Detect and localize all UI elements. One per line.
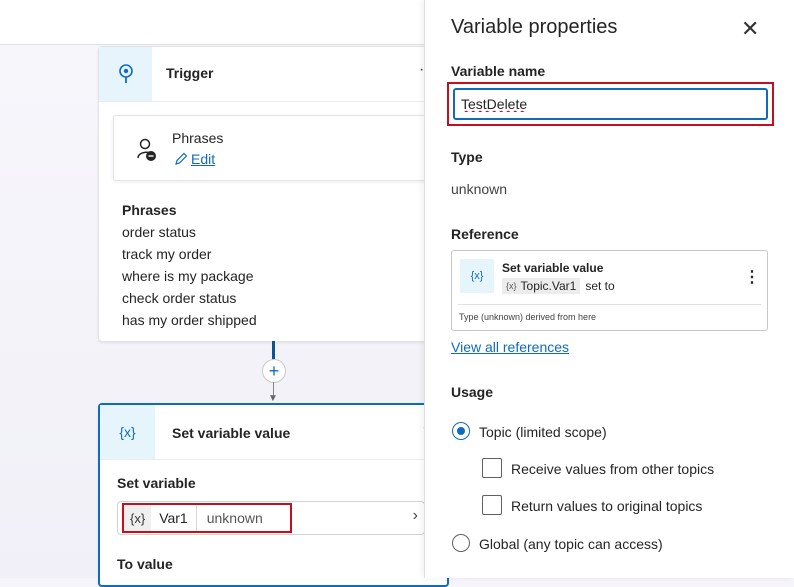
trigger-node-header: Trigger ··· [99,47,444,102]
variable-chip-type: unknown [206,510,263,526]
set-variable-field[interactable]: {x} Var1 unknown › [117,501,425,535]
reference-title: Set variable value [502,261,604,275]
to-value-label: To value [117,556,173,572]
global-scope-label: Global (any topic can access) [479,536,663,552]
return-values-label: Return values to original topics [511,498,703,514]
global-scope-radio[interactable] [452,534,470,552]
phrase-item: check order status [122,290,237,306]
reference-chip-text: Topic.Var1 [520,279,577,293]
topic-scope-radio[interactable] [452,422,470,440]
topic-scope-label: Topic (limited scope) [479,424,607,440]
reference-label: Reference [451,226,519,242]
return-values-checkbox[interactable] [482,495,502,515]
reference-variable: {x} Topic.Var1 set to [502,278,615,294]
close-icon[interactable]: ✕ [741,16,759,42]
type-value: unknown [451,181,508,197]
variable-chip-name: Var1 [151,505,197,531]
usage-label: Usage [451,384,494,400]
set-variable-node-header: {x} Set variable value ··· [100,405,447,460]
chevron-right-icon[interactable]: › [413,507,418,525]
variable-name-highlight [447,82,774,126]
phrases-box-title: Phrases [172,130,224,146]
set-variable-title: Set variable value [172,425,291,441]
phrases-list: Phrases order status track my order wher… [122,199,257,331]
variable-chip-icon: {x} [124,505,152,531]
reference-card[interactable]: {x} Set variable value {x} Topic.Var1 se… [451,250,768,331]
trigger-icon [99,47,152,101]
phrases-list-title: Phrases [122,202,177,218]
variable-icon: {x} [460,259,494,293]
phrase-item: where is my package [122,268,254,284]
phrases-box[interactable]: Phrases Edit [113,115,431,181]
phrase-item: has my order shipped [122,312,257,328]
variable-name-label: Variable name [451,63,546,79]
trigger-node[interactable]: Trigger ··· Phrases Edit Phrases order s… [98,46,445,342]
more-vertical-icon[interactable]: ⋮ [744,267,760,287]
edit-phrases-link[interactable]: Edit [174,151,215,167]
view-all-references-link[interactable]: View all references [451,339,569,355]
variable-properties-panel: Variable properties ✕ Variable name Type… [424,0,794,578]
variable-chip[interactable]: {x} Var1 unknown [122,503,292,533]
edit-phrases-label: Edit [191,151,216,167]
reference-footer: Type (unknown) derived from here [459,312,597,322]
add-node-button[interactable]: + [262,359,286,383]
variable-chip-icon: {x} [506,281,517,291]
phrase-item: order status [122,224,196,240]
trigger-title: Trigger [166,65,214,81]
set-variable-label: Set variable [117,475,196,491]
divider [458,304,761,305]
node-connector [272,341,275,359]
panel-title: Variable properties [451,16,618,38]
pencil-icon [175,152,188,165]
type-label: Type [451,149,483,165]
canvas-toolbar [0,0,430,45]
variable-icon: {x} [100,405,155,459]
variable-name-input[interactable] [453,88,768,120]
reference-set-to: set to [585,279,615,293]
phrases-icon [137,138,156,161]
receive-values-label: Receive values from other topics [511,461,715,477]
set-variable-node[interactable]: {x} Set variable value ··· Set variable … [98,403,449,587]
phrase-item: track my order [122,246,212,262]
receive-values-checkbox[interactable] [482,458,502,478]
reference-chip: {x} Topic.Var1 [502,278,581,294]
